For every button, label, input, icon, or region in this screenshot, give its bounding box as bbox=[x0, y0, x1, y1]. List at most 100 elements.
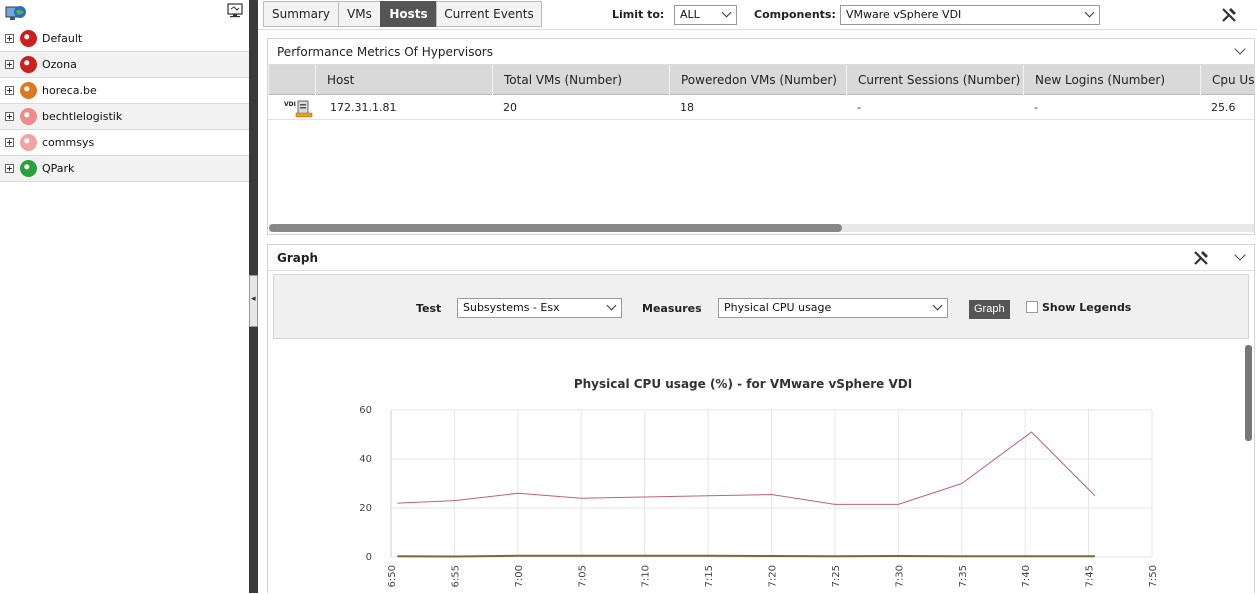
collapse-sidebar-handle[interactable]: ◂ bbox=[249, 275, 258, 327]
x-tick-label: 7:35 bbox=[958, 565, 969, 587]
y-tick-label: 0 bbox=[366, 552, 372, 563]
column-cpu-usage[interactable]: Cpu Us bbox=[1200, 65, 1254, 95]
graph-panel: Graph Test Subsystems - Esx Measures Phy… bbox=[267, 244, 1255, 593]
x-tick-label: 7:40 bbox=[1021, 565, 1032, 587]
tree-item-qpark[interactable]: QPark bbox=[0, 156, 249, 182]
graph-panel-title: Graph bbox=[277, 251, 318, 265]
measures-label: Measures bbox=[642, 302, 702, 315]
column-total-vms[interactable]: Total VMs (Number) bbox=[492, 65, 669, 95]
graph-button[interactable]: Graph bbox=[969, 300, 1010, 319]
vdi-server-icon: VDI bbox=[284, 100, 313, 118]
measures-value: Physical CPU usage bbox=[724, 301, 832, 314]
chart-series bbox=[397, 431, 1096, 558]
expand-icon[interactable] bbox=[5, 86, 14, 95]
chevron-down-icon bbox=[1084, 7, 1095, 18]
tree-item-label[interactable]: Default bbox=[42, 32, 82, 45]
series-line-1 bbox=[397, 554, 1095, 558]
table-row[interactable]: VDI 172.31.1.81 20 18 - - 25.6 bbox=[268, 96, 1254, 120]
limit-value: ALL bbox=[680, 8, 700, 21]
zone-globe-icon bbox=[20, 82, 37, 99]
show-legends-label: Show Legends bbox=[1042, 301, 1132, 314]
chevron-down-icon[interactable] bbox=[1234, 249, 1246, 261]
expand-icon[interactable] bbox=[5, 138, 14, 147]
top-toolbar: Summary VMs Hosts Current Events Limit t… bbox=[258, 0, 1257, 30]
metrics-panel: Performance Metrics Of Hypervisors Host … bbox=[267, 38, 1255, 235]
test-select[interactable]: Subsystems - Esx bbox=[457, 298, 622, 318]
measures-select[interactable]: Physical CPU usage bbox=[718, 298, 948, 318]
graph-panel-header: Graph bbox=[268, 245, 1254, 271]
x-tick-label: 7:50 bbox=[1148, 565, 1159, 587]
expand-icon[interactable] bbox=[5, 34, 14, 43]
metrics-table-header: Host Total VMs (Number) Poweredon VMs (N… bbox=[268, 65, 1254, 95]
expand-icon[interactable] bbox=[5, 164, 14, 173]
tab-vms[interactable]: VMs bbox=[338, 1, 381, 27]
limit-select[interactable]: ALL bbox=[674, 5, 737, 25]
tree-item-commsys[interactable]: commsys bbox=[0, 130, 249, 156]
metrics-panel-header: Performance Metrics Of Hypervisors bbox=[268, 39, 1254, 65]
tree-item-default[interactable]: Default bbox=[0, 26, 249, 52]
show-legends-checkbox[interactable] bbox=[1026, 301, 1038, 313]
y-tick-label: 20 bbox=[359, 503, 372, 514]
tree-item-label[interactable]: bechtlelogistik bbox=[42, 110, 122, 123]
chevron-down-icon bbox=[932, 300, 943, 311]
x-axis: 6:50 6:55 7:00 7:05 7:10 7:15 7:20 7:25 7:30 7:35… bbox=[387, 565, 1159, 587]
vertical-scrollbar[interactable] bbox=[1245, 345, 1252, 441]
series-line-0 bbox=[397, 431, 1096, 505]
column-poweredon-vms[interactable]: Poweredon VMs (Number) bbox=[669, 65, 846, 95]
tab-current-events[interactable]: Current Events bbox=[436, 1, 542, 27]
network-globe-icon[interactable] bbox=[5, 4, 27, 22]
graph-settings-icon[interactable] bbox=[1192, 249, 1210, 267]
column-icon bbox=[268, 65, 315, 95]
zone-globe-icon bbox=[20, 30, 37, 47]
column-current-sessions[interactable]: Current Sessions (Number) bbox=[846, 65, 1023, 95]
monitor-icon[interactable] bbox=[227, 3, 243, 18]
vdi-badge: VDI bbox=[284, 101, 296, 108]
zone-globe-icon bbox=[20, 108, 37, 125]
x-tick-label: 7:30 bbox=[894, 565, 905, 587]
column-new-logins[interactable]: New Logins (Number) bbox=[1023, 65, 1200, 95]
cell-current-sessions: - bbox=[857, 101, 861, 114]
cell-host[interactable]: 172.31.1.81 bbox=[330, 101, 396, 114]
expand-icon[interactable] bbox=[5, 60, 14, 69]
chevron-down-icon[interactable] bbox=[1234, 43, 1246, 55]
test-value: Subsystems - Esx bbox=[463, 301, 560, 314]
graph-controls: Test Subsystems - Esx Measures Physical … bbox=[273, 274, 1249, 339]
y-axis: 0 20 40 60 bbox=[359, 405, 372, 563]
tab-hosts[interactable]: Hosts bbox=[380, 1, 437, 27]
x-tick-label: 7:10 bbox=[641, 565, 652, 587]
tree-item-label[interactable]: horeca.be bbox=[42, 84, 97, 97]
tree-item-label[interactable]: QPark bbox=[42, 162, 74, 175]
tree-item-label[interactable]: commsys bbox=[42, 136, 94, 149]
components-select[interactable]: VMware vSphere VDI bbox=[840, 5, 1100, 25]
zone-globe-icon bbox=[20, 160, 37, 177]
expand-icon[interactable] bbox=[5, 112, 14, 121]
zone-globe-icon bbox=[20, 56, 37, 73]
zone-tree: Default Ozona horeca.be bechtlelogistik comm… bbox=[0, 26, 249, 182]
tab-summary[interactable]: Summary bbox=[263, 1, 339, 27]
tree-item-label[interactable]: Ozona bbox=[42, 58, 77, 71]
x-tick-label: 7:45 bbox=[1085, 565, 1096, 587]
tree-item-ozona[interactable]: Ozona bbox=[0, 52, 249, 78]
x-tick-label: 7:25 bbox=[831, 565, 842, 587]
cell-cpu-usage: 25.6 bbox=[1211, 101, 1236, 114]
x-tick-label: 6:50 bbox=[387, 565, 398, 587]
chevron-left-icon: ◂ bbox=[251, 294, 256, 304]
chevron-down-icon bbox=[721, 7, 732, 18]
limit-label: Limit to: bbox=[612, 8, 665, 21]
scrollbar-thumb[interactable] bbox=[269, 224, 842, 232]
y-tick-label: 40 bbox=[359, 454, 372, 465]
tools-icon[interactable] bbox=[1220, 6, 1238, 24]
cell-new-logins: - bbox=[1034, 101, 1038, 114]
horizontal-scrollbar[interactable] bbox=[269, 224, 1254, 232]
tree-item-bechtlelogistik[interactable]: bechtlelogistik bbox=[0, 104, 249, 130]
column-host[interactable]: Host bbox=[315, 65, 492, 95]
sidebar: Default Ozona horeca.be bechtlelogistik comm… bbox=[0, 0, 249, 593]
x-tick-label: 7:15 bbox=[704, 565, 715, 587]
x-tick-label: 7:05 bbox=[577, 565, 588, 587]
tree-item-horeca-be[interactable]: horeca.be bbox=[0, 78, 249, 104]
test-label: Test bbox=[416, 302, 442, 315]
chart-title: Physical CPU usage (%) - for VMware vSph… bbox=[574, 377, 912, 391]
sidebar-header bbox=[0, 0, 249, 26]
cpu-usage-chart: Physical CPU usage (%) - for VMware vSph… bbox=[359, 377, 1159, 587]
components-label: Components: bbox=[754, 8, 836, 21]
